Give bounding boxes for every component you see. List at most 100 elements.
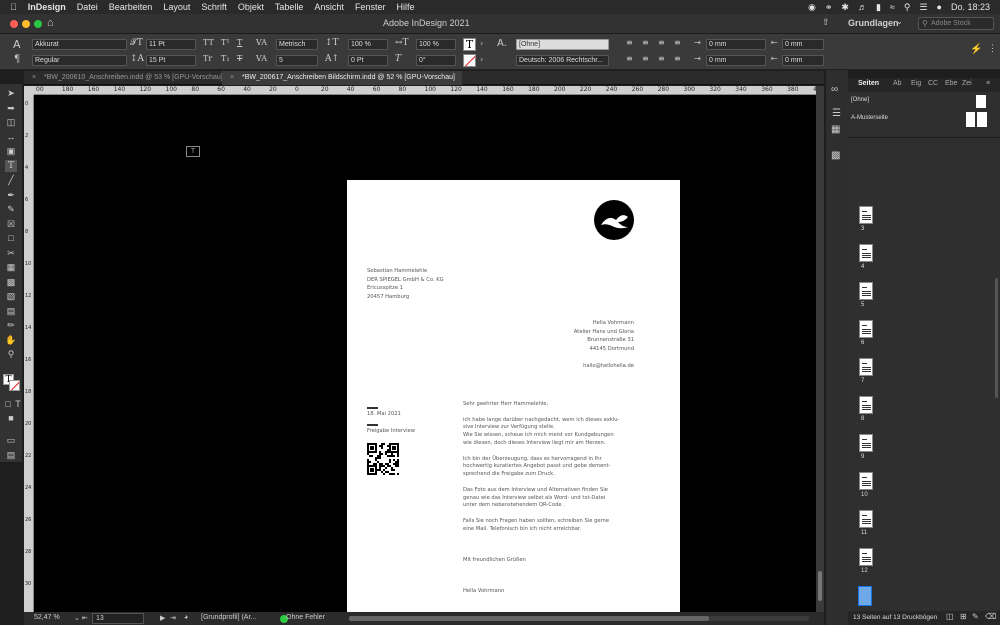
volume-icon[interactable]: ♬ <box>858 2 867 12</box>
record-icon[interactable]: ◉ <box>808 2 816 13</box>
menu-fenster[interactable]: Fenster <box>355 2 386 12</box>
panel-menu-icon[interactable]: ⋮ <box>988 44 997 54</box>
font-style-field[interactable]: Regular <box>32 55 127 66</box>
close-window-button[interactable] <box>10 20 18 28</box>
page-thumbnail[interactable] <box>859 358 873 376</box>
tab-document-2[interactable]: × *BW_200617_Anschreiben Bildschirm.indd… <box>222 71 462 85</box>
vertical-scale-field[interactable]: 100 % <box>348 39 388 50</box>
bluetooth-icon[interactable]: ✱ <box>841 2 849 13</box>
menu-layout[interactable]: Layout <box>163 2 190 12</box>
preflight-profile[interactable]: [Grundprofil] (Ar... <box>201 614 256 621</box>
preview-mode-icon[interactable]: ▤ <box>5 449 17 461</box>
fill-color-swatch[interactable]: T <box>463 38 476 51</box>
character-style-field[interactable]: [Ohne] <box>516 39 609 50</box>
page-thumbnail[interactable] <box>859 206 873 224</box>
clock[interactable]: Do. 18:23 <box>951 2 990 12</box>
swatches-icon[interactable]: ▩ <box>831 150 840 161</box>
panel-menu-icon[interactable]: ≡ <box>986 80 990 87</box>
character-mode-icon[interactable]: A <box>13 38 21 51</box>
type-tool-icon[interactable]: T <box>5 159 17 172</box>
tracking-field[interactable]: 5 <box>276 55 318 66</box>
master-a-left-thumb[interactable] <box>966 112 976 127</box>
tab-document-1[interactable]: × *BW_200610_Anschreiben.indd @ 53 % [GP… <box>24 71 224 85</box>
skew-field[interactable]: 0° <box>416 55 456 66</box>
minimize-window-button[interactable] <box>22 20 30 28</box>
apple-icon[interactable]:  <box>10 2 17 12</box>
align-spine-icon[interactable]: ≡ <box>674 54 681 63</box>
master-a-right-thumb[interactable] <box>977 112 987 127</box>
content-collector-icon[interactable]: ▣ <box>5 145 17 157</box>
eyedropper-tool-icon[interactable]: ✏ <box>5 319 17 331</box>
scissors-tool-icon[interactable]: ✂ <box>5 247 17 259</box>
all-caps-icon[interactable]: TT <box>203 38 214 47</box>
page-thumbnail[interactable] <box>859 510 873 528</box>
tab-absatzformate[interactable]: Ab <box>893 80 902 87</box>
pencil-tool-icon[interactable]: ✎ <box>5 203 17 215</box>
align-right-icon[interactable]: ≡ <box>658 38 665 47</box>
paragraph-mode-icon[interactable]: ¶ <box>14 54 20 65</box>
scrollbar-thumb[interactable] <box>349 616 709 621</box>
page-thumbnail[interactable] <box>859 396 873 414</box>
page-thumbnail[interactable] <box>859 472 873 490</box>
menu-ansicht[interactable]: Ansicht <box>314 2 344 12</box>
master-none[interactable]: [Ohne] <box>851 97 869 103</box>
note-tool-icon[interactable]: ▤ <box>5 305 17 317</box>
workspace-switcher[interactable]: Grundlagen <box>848 18 899 28</box>
justify-left-icon[interactable]: ≡ <box>626 54 633 63</box>
menu-hilfe[interactable]: Hilfe <box>396 2 414 12</box>
ruler-origin[interactable] <box>24 86 34 95</box>
tab-cc-libraries[interactable]: CC <box>928 80 938 87</box>
rectangle-tool-icon[interactable]: □ <box>5 232 17 244</box>
language-field[interactable]: Deutsch: 2006 Rechtschr... <box>516 55 609 66</box>
chevron-down-icon[interactable]: ⌄ <box>896 17 903 26</box>
kerning-field[interactable]: Metrisch <box>276 39 318 50</box>
normal-view-icon[interactable]: ■ <box>5 412 17 424</box>
preflight-status[interactable]: Ohne Fehler <box>286 614 325 621</box>
first-line-indent-field[interactable]: 0 mm <box>706 55 766 66</box>
vertical-ruler[interactable]: 0 2 4 6 8 10 12 14 16 18 20 22 24 26 28 30 <box>24 95 34 612</box>
menu-bearbeiten[interactable]: Bearbeiten <box>109 2 153 12</box>
gap-tool-icon[interactable]: ↔ <box>5 131 17 143</box>
stroke-swatch[interactable] <box>9 380 20 391</box>
right-indent-field[interactable]: 0 mm <box>782 39 824 50</box>
master-a[interactable]: A-Musterseite <box>851 115 888 121</box>
baseline-shift-field[interactable]: 0 Pt <box>348 55 388 66</box>
page-thumbnail[interactable] <box>859 320 873 338</box>
chevron-right-icon[interactable]: › <box>480 55 483 64</box>
control-center-icon[interactable]: ☰ <box>919 2 927 13</box>
font-family-field[interactable]: Akkurat <box>32 39 127 50</box>
pages-scrollbar-thumb[interactable] <box>995 278 998 398</box>
page-thumbnail[interactable] <box>859 244 873 262</box>
page-thumbnail[interactable] <box>859 434 873 452</box>
align-center-icon[interactable]: ≡ <box>642 38 649 47</box>
tab-zeichenformate[interactable]: Zei <box>962 80 972 87</box>
creative-cloud-icon[interactable]: ⚭ <box>825 2 833 13</box>
pasteboard[interactable]: T Sebastian Hammelehle DER SPIEGEL GmbH &… <box>34 95 816 612</box>
first-page-icon[interactable]: ⇤ <box>82 614 88 622</box>
small-caps-icon[interactable]: Tr <box>203 54 212 63</box>
gradient-feather-tool-icon[interactable]: ▧ <box>5 290 17 302</box>
notification-icon[interactable]: ● <box>937 2 942 12</box>
adobe-stock-search[interactable]: ⚲ Adobe Stock <box>918 17 994 30</box>
page-tool-icon[interactable]: ◫ <box>5 116 17 128</box>
menu-tabelle[interactable]: Tabelle <box>275 2 304 12</box>
justify-all-icon[interactable]: ≡ <box>658 54 665 63</box>
last-line-indent-field[interactable]: 0 mm <box>782 55 824 66</box>
line-tool-icon[interactable]: ╱ <box>5 174 17 186</box>
stroke-icon[interactable]: ☰ <box>832 108 841 119</box>
selection-tool-icon[interactable]: ➤ <box>5 87 17 99</box>
horizontal-ruler[interactable]: 00 180 160 140 120 100 80 60 40 20 0 20 40 60 80 100 120… <box>34 86 824 95</box>
left-indent-field[interactable]: 0 mm <box>706 39 766 50</box>
master-none-thumb[interactable] <box>976 95 986 108</box>
tab-seiten[interactable]: Seiten <box>858 80 879 87</box>
tab-eigenschaften[interactable]: Eig <box>911 80 921 87</box>
strikethrough-icon[interactable]: T <box>237 54 242 63</box>
page-number-field[interactable]: 13 <box>92 613 144 624</box>
spotlight-icon[interactable]: ⚲ <box>904 2 911 13</box>
color-icon[interactable]: ▦ <box>831 124 840 135</box>
document-page[interactable]: Sebastian Hammelehle DER SPIEGEL GmbH & C… <box>347 180 680 612</box>
menu-datei[interactable]: Datei <box>77 2 98 12</box>
screen-mode-icon[interactable]: ▭ <box>5 434 17 446</box>
superscript-icon[interactable]: T¹ <box>221 38 230 47</box>
scrollbar-thumb[interactable] <box>818 571 822 601</box>
